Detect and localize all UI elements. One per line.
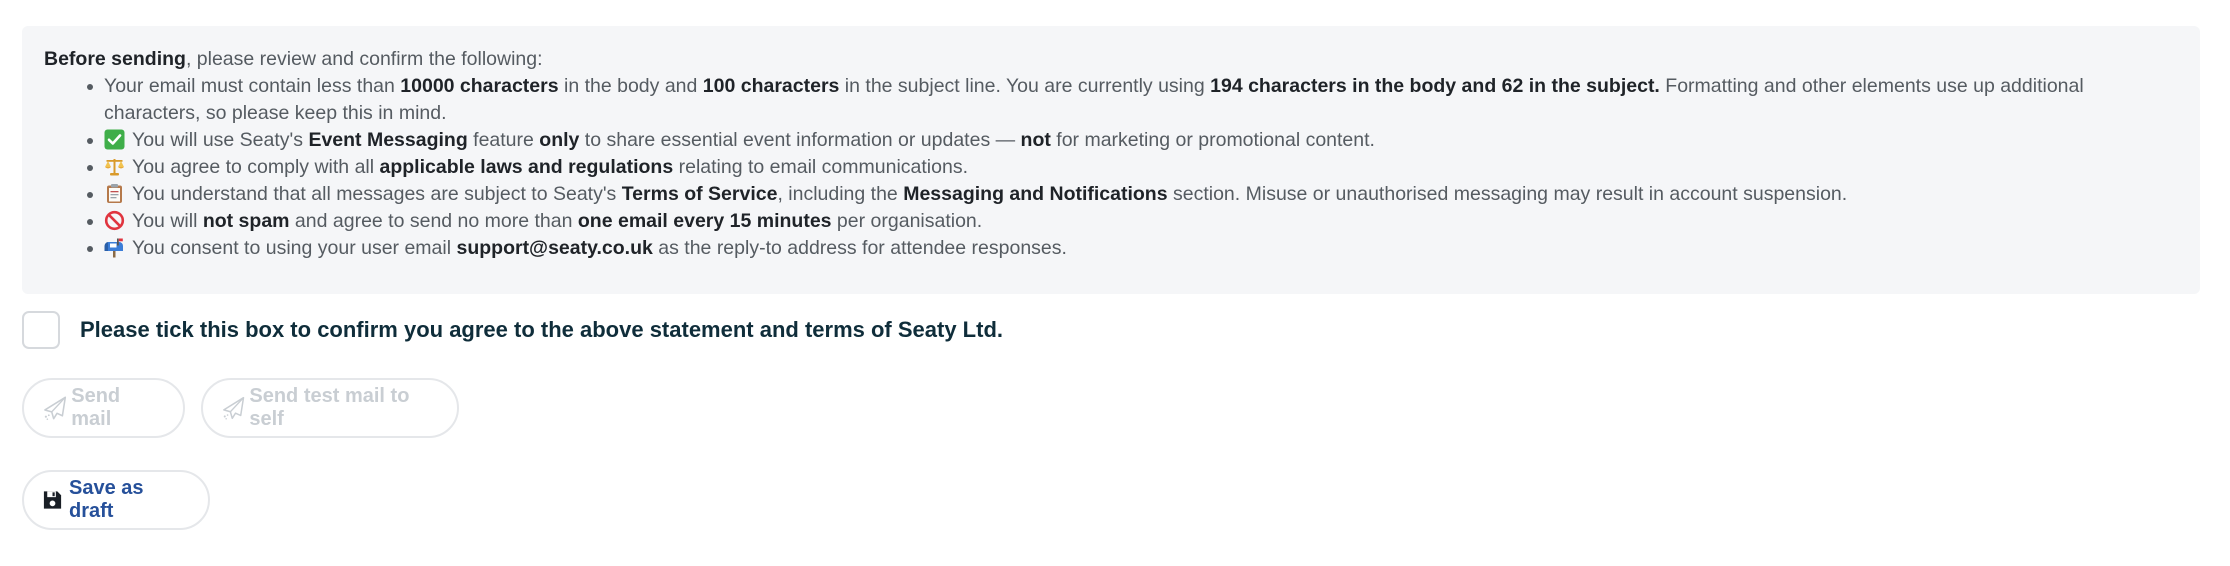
rule-terms-of-service: You understand that all messages are sub… — [87, 181, 2178, 208]
agreement-row: Please tick this box to confirm you agre… — [22, 309, 1003, 351]
rule-applicable-laws: You agree to comply with all applicable … — [87, 154, 2178, 181]
save-draft-button[interactable]: Save as draft — [22, 470, 210, 530]
send-mail-button[interactable]: Send mail — [22, 378, 185, 438]
agreement-checkbox[interactable] — [22, 311, 60, 349]
paper-plane-icon — [44, 396, 67, 420]
prohibited-icon — [104, 210, 125, 231]
clipboard-icon — [104, 183, 125, 204]
send-test-mail-label: Send test mail to self — [249, 385, 410, 430]
send-mail-label: Send mail — [71, 385, 121, 430]
rule-event-messaging: You will use Seaty's Event Messaging fea… — [87, 127, 2178, 154]
paper-plane-icon — [223, 396, 245, 420]
notice-intro: Before sending, please review and confir… — [44, 48, 543, 70]
mailbox-icon — [104, 237, 125, 258]
rule-no-spam: You will not spam and agree to send no m… — [87, 208, 2178, 235]
agreement-label[interactable]: Please tick this box to confirm you agre… — [80, 317, 1003, 343]
save-draft-label: Save as draft — [69, 477, 144, 522]
scales-icon — [104, 156, 125, 177]
floppy-disk-icon — [43, 491, 62, 509]
rules-list: Your email must contain less than 10000 … — [44, 73, 2178, 262]
rule-reply-to: You consent to using your user email sup… — [87, 235, 2178, 262]
send-test-mail-button[interactable]: Send test mail to self — [201, 378, 459, 438]
rule-character-limit: Your email must contain less than 10000 … — [87, 73, 2178, 127]
confirmation-notice: Before sending, please review and confir… — [22, 26, 2200, 294]
check-mark-icon — [104, 129, 125, 150]
